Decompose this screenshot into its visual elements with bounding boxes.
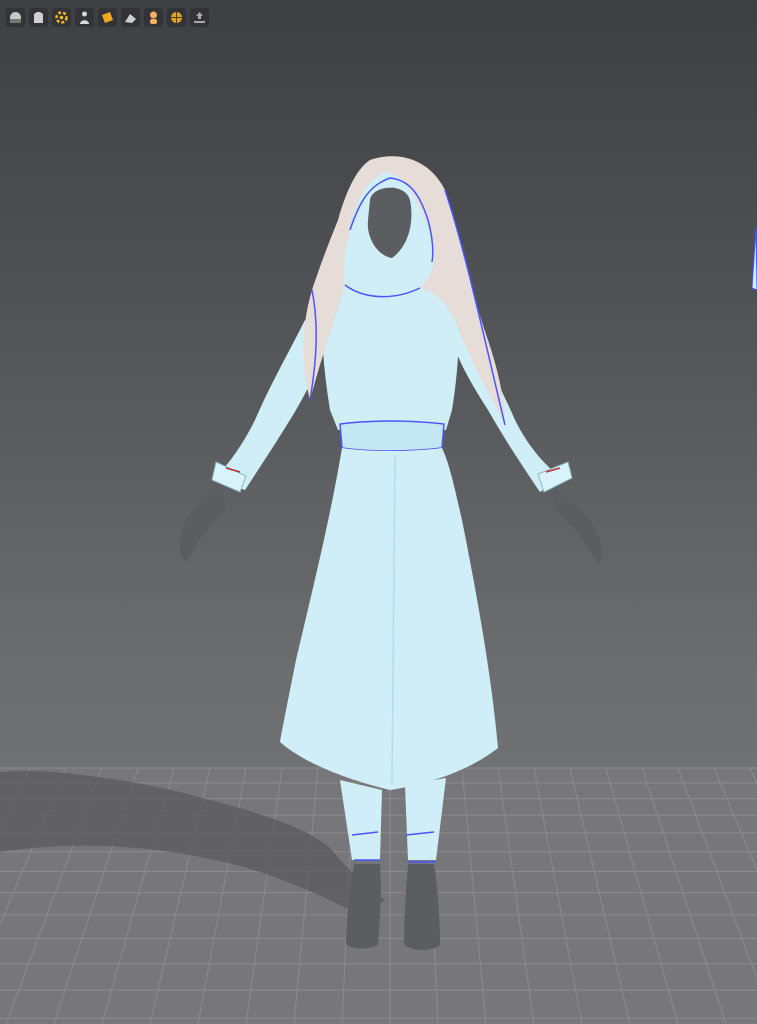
avatar-garment-scene[interactable] — [0, 0, 757, 1024]
avatar-left-foot — [346, 864, 381, 949]
3d-viewport[interactable] — [0, 0, 757, 1024]
garment-belt[interactable] — [339, 420, 445, 452]
avatar-right-hand — [548, 480, 602, 564]
garment-skirt[interactable] — [280, 448, 498, 790]
garment-right-pant-leg[interactable] — [405, 778, 446, 860]
offscreen-pattern-edge — [752, 228, 757, 290]
avatar-left-hand — [179, 480, 226, 562]
avatar-right-foot — [404, 864, 440, 951]
garment-left-pant-leg[interactable] — [340, 780, 382, 860]
